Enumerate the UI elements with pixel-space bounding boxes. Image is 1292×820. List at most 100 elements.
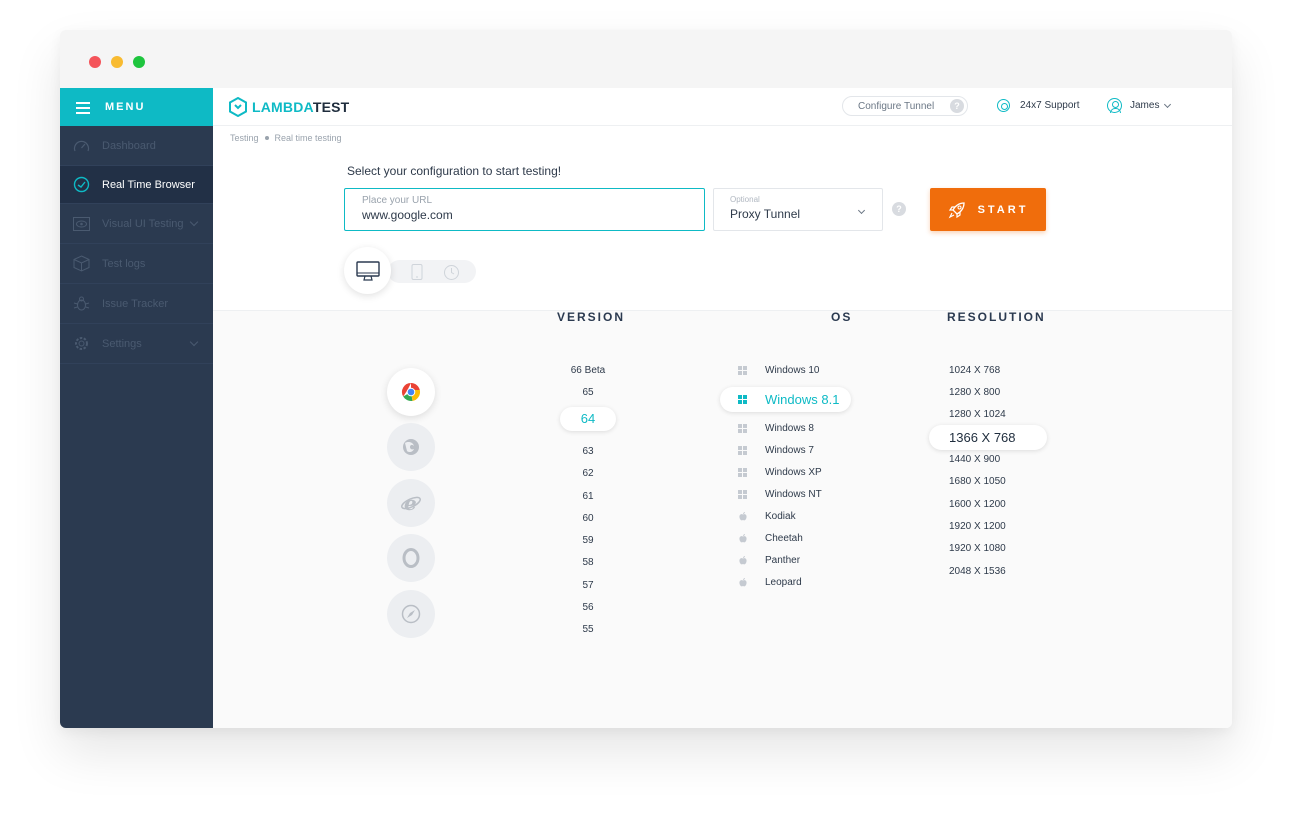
os-column-header: OS [831, 310, 853, 324]
sidebar-item-settings[interactable]: Settings [60, 324, 213, 364]
os-item[interactable]: Kodiak [738, 511, 796, 522]
windows-icon [738, 446, 747, 455]
maximize-window-button[interactable] [133, 56, 145, 68]
sidebar-item-issue-tracker[interactable]: Issue Tracker [60, 284, 213, 324]
rocket-icon [948, 201, 965, 218]
browser-firefox[interactable] [387, 423, 435, 471]
version-item[interactable]: 65 [553, 387, 623, 398]
resolution-item-selected[interactable]: 1366 X 768 [929, 425, 1047, 450]
os-item[interactable]: Windows 8 [738, 423, 814, 434]
browser-window: MENU Dashboard Real Time Browser Visual … [60, 30, 1232, 728]
proxy-optional-label: Optional [730, 195, 760, 204]
chevron-down-icon [189, 217, 199, 227]
resolution-item[interactable]: 1920 X 1080 [949, 543, 1006, 554]
version-item[interactable]: 63 [553, 446, 623, 457]
minimize-window-button[interactable] [111, 56, 123, 68]
os-item[interactable]: Windows NT [738, 489, 822, 500]
os-item[interactable]: Leopard [738, 577, 802, 588]
resolution-column-header: RESOLUTION [947, 310, 1046, 324]
os-label: Windows NT [765, 489, 822, 500]
sidebar-item-real-time-browser[interactable]: Real Time Browser [60, 166, 213, 204]
close-window-button[interactable] [89, 56, 101, 68]
user-menu[interactable]: James [1107, 98, 1172, 113]
os-item[interactable]: Panther [738, 555, 800, 566]
top-header: LAMBDATEST Configure Tunnel ? 24x7 Suppo… [213, 88, 1232, 126]
windows-icon [738, 395, 747, 404]
resolution-item[interactable]: 1440 X 900 [949, 454, 1000, 465]
gear-icon [72, 335, 90, 353]
proxy-tunnel-select[interactable]: Optional Proxy Tunnel [713, 188, 883, 231]
start-button[interactable]: START [930, 188, 1046, 231]
start-label: START [977, 203, 1029, 216]
version-item[interactable]: 57 [553, 580, 623, 591]
os-label: Windows 8.1 [765, 392, 840, 407]
sidebar: MENU Dashboard Real Time Browser Visual … [60, 88, 213, 728]
os-label: Windows 7 [765, 445, 814, 456]
browser-chrome[interactable] [387, 368, 435, 416]
mobile-device-button[interactable] [411, 264, 423, 280]
user-name: James [1130, 100, 1160, 111]
lifebuoy-icon [997, 99, 1010, 112]
sidebar-item-label: Dashboard [102, 139, 156, 152]
os-item[interactable]: Windows 7 [738, 445, 814, 456]
resolution-item[interactable]: 1920 X 1200 [949, 521, 1006, 532]
sidebar-item-test-logs[interactable]: Test logs [60, 244, 213, 284]
resolution-item[interactable]: 1680 X 1050 [949, 476, 1006, 487]
os-item[interactable]: Windows XP [738, 467, 822, 478]
browser-internet-explorer[interactable]: e [387, 479, 435, 527]
sidebar-item-label: Issue Tracker [102, 297, 169, 310]
version-item[interactable]: 56 [553, 602, 623, 613]
os-label: Leopard [765, 577, 802, 588]
menu-label: MENU [105, 101, 146, 113]
resolution-item[interactable]: 1600 X 1200 [949, 499, 1006, 510]
version-item[interactable]: 60 [553, 513, 623, 524]
help-icon[interactable]: ? [950, 99, 964, 113]
history-device-button[interactable] [443, 264, 460, 281]
user-avatar-icon [1107, 98, 1122, 113]
browser-safari[interactable] [387, 590, 435, 638]
resolution-item[interactable]: 1024 X 768 [949, 365, 1000, 376]
version-item-selected[interactable]: 64 [560, 407, 616, 431]
clock-icon [444, 265, 459, 280]
resolution-item[interactable]: 1280 X 800 [949, 387, 1000, 398]
mobile-icon [411, 264, 423, 280]
os-item-selected[interactable]: Windows 8.1 [720, 387, 852, 412]
windows-icon [738, 366, 747, 375]
os-label: Cheetah [765, 533, 803, 544]
windows-icon [738, 490, 747, 499]
version-item[interactable]: 55 [553, 624, 623, 635]
version-item[interactable]: 62 [553, 468, 623, 479]
chevron-down-icon [1164, 100, 1172, 108]
sidebar-item-label: Visual UI Testing [102, 217, 184, 230]
windows-icon [738, 424, 747, 433]
resolution-item[interactable]: 2048 X 1536 [949, 566, 1006, 577]
os-item[interactable]: Windows 10 [738, 365, 819, 376]
version-item[interactable]: 58 [553, 557, 623, 568]
browser-opera[interactable] [387, 534, 435, 582]
apple-icon [738, 556, 747, 565]
bug-icon [72, 295, 90, 313]
version-item[interactable]: 59 [553, 535, 623, 546]
url-value[interactable]: www.google.com [362, 208, 704, 222]
sidebar-item-label: Real Time Browser [102, 178, 195, 191]
sidebar-item-dashboard[interactable]: Dashboard [60, 126, 213, 166]
breadcrumb-parent[interactable]: Testing [230, 133, 259, 143]
support-link[interactable]: 24x7 Support [997, 99, 1080, 112]
main-content: Testing Real time testing Select your co… [213, 126, 1232, 728]
configure-tunnel-label: Configure Tunnel [858, 100, 935, 112]
version-item[interactable]: 61 [553, 491, 623, 502]
resolution-item[interactable]: 1280 X 1024 [949, 409, 1006, 420]
sidebar-item-visual-ui-testing[interactable]: Visual UI Testing [60, 204, 213, 244]
menu-toggle[interactable]: MENU [60, 88, 213, 126]
lambdatest-logo[interactable]: LAMBDATEST [228, 97, 349, 117]
os-label: Panther [765, 555, 801, 566]
device-toggle [388, 260, 476, 283]
os-item[interactable]: Cheetah [738, 533, 803, 544]
speedometer-icon [72, 137, 90, 155]
configure-tunnel-button[interactable]: Configure Tunnel ? [842, 96, 968, 116]
version-item[interactable]: 66 Beta [553, 365, 623, 376]
proxy-help-icon[interactable]: ? [892, 202, 906, 216]
desktop-device-button[interactable] [344, 247, 391, 294]
url-input[interactable]: Place your URL www.google.com [344, 188, 705, 231]
os-label: Windows 8 [765, 423, 814, 434]
